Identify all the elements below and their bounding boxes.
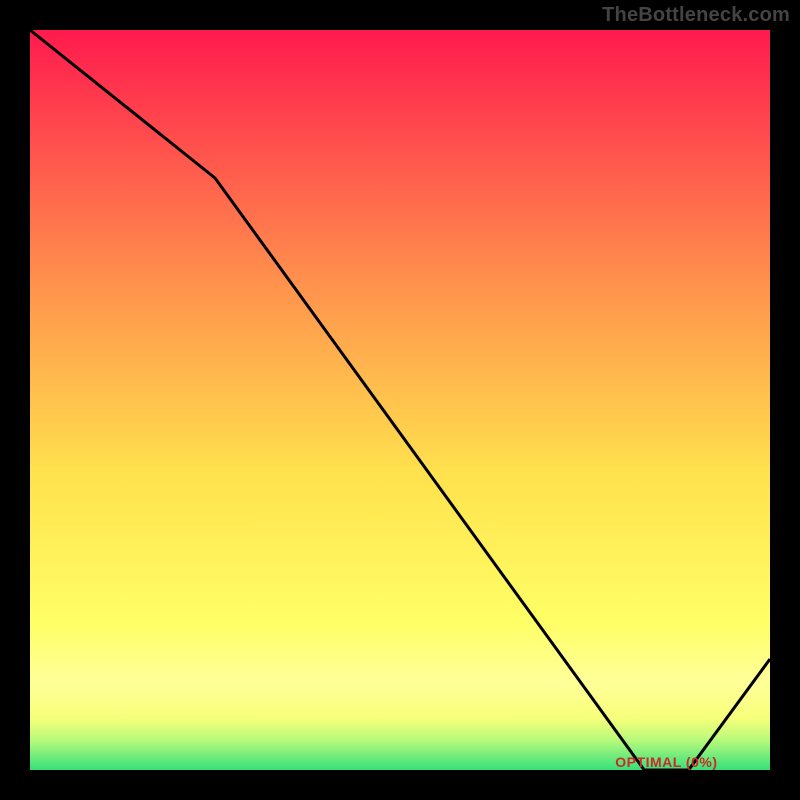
optimal-label: OPTIMAL (0%) bbox=[615, 754, 717, 770]
chart-frame: TheBottleneck.com OPTIMAL (0%) bbox=[0, 0, 800, 800]
watermark-text: TheBottleneck.com bbox=[602, 4, 790, 27]
gradient-background bbox=[30, 30, 770, 770]
chart-svg bbox=[30, 30, 770, 770]
plot-area bbox=[30, 30, 770, 770]
